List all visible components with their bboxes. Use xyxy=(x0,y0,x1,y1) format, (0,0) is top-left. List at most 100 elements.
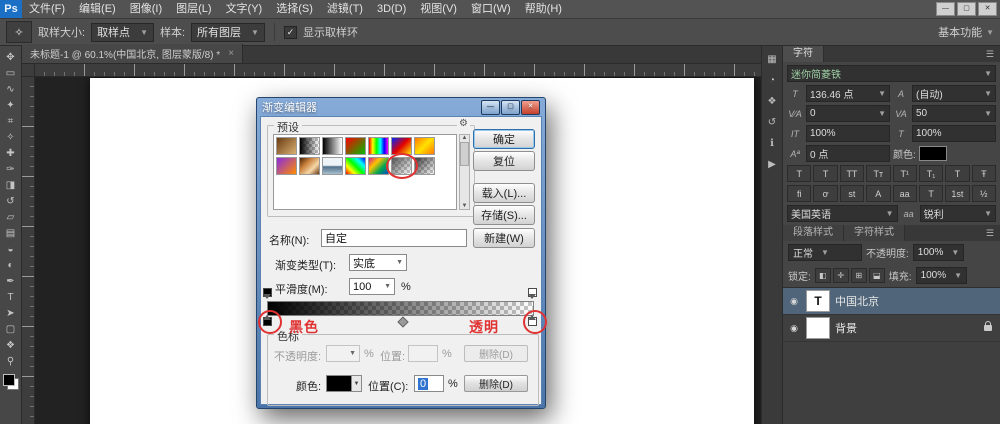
panel-info-icon[interactable]: ℹ xyxy=(770,138,774,149)
window-control-2[interactable]: ✕ xyxy=(978,2,997,16)
path-selection-tool-icon[interactable]: ➤ xyxy=(0,305,21,321)
tab-paragraph-styles[interactable]: 段落样式 xyxy=(783,225,844,241)
clone-stamp-tool-icon[interactable]: ◨ xyxy=(0,177,21,193)
layer-row[interactable]: ◉T中国北京 xyxy=(783,288,1000,315)
shape-tool-icon[interactable]: ▢ xyxy=(0,321,21,337)
menu-item-4[interactable]: 文字(Y) xyxy=(219,0,270,18)
gradient-preset-foreground-to-transparent[interactable] xyxy=(299,137,320,155)
eraser-tool-icon[interactable]: ▱ xyxy=(0,209,21,225)
opentype-button-5[interactable]: T xyxy=(919,185,943,202)
gradient-preset-spectrum-stripes[interactable] xyxy=(345,157,366,175)
text-style-button-7[interactable]: Ŧ xyxy=(972,165,996,182)
menu-item-0[interactable]: 文件(F) xyxy=(22,0,72,18)
active-tool-eyedropper-icon[interactable]: ✧ xyxy=(6,21,32,43)
visibility-eye-icon[interactable]: ◉ xyxy=(787,296,801,307)
opacity-stop-left[interactable] xyxy=(263,288,272,297)
blur-tool-icon[interactable]: ◒ xyxy=(0,241,21,257)
vertical-ruler[interactable] xyxy=(22,76,35,424)
menu-item-10[interactable]: 帮助(H) xyxy=(518,0,569,18)
language-select[interactable]: 美国英语▼ xyxy=(787,205,898,222)
anti-alias-select[interactable]: 锐利▼ xyxy=(920,205,996,222)
menu-item-1[interactable]: 编辑(E) xyxy=(72,0,123,18)
opentype-button-3[interactable]: A xyxy=(866,185,890,202)
opentype-button-0[interactable]: fi xyxy=(787,185,811,202)
text-style-button-4[interactable]: T¹ xyxy=(893,165,917,182)
opentype-button-4[interactable]: aa xyxy=(893,185,917,202)
gradient-preview-bar[interactable] xyxy=(267,301,534,316)
smoothness-field[interactable]: 100 ▼ xyxy=(349,278,395,295)
gradient-type-select[interactable]: 实底 ▼ xyxy=(349,254,407,271)
sample-dropdown[interactable]: 所有图层 ▼ xyxy=(191,23,265,42)
gradient-preset-foreground-to-background[interactable] xyxy=(276,137,297,155)
brush-tool-icon[interactable]: ✑ xyxy=(0,161,21,177)
window-control-0[interactable]: — xyxy=(936,2,955,16)
text-style-button-0[interactable]: T xyxy=(787,165,811,182)
gradient-preset-black-white[interactable] xyxy=(322,137,343,155)
opentype-button-1[interactable]: ơ xyxy=(813,185,837,202)
pen-tool-icon[interactable]: ✒ xyxy=(0,273,21,289)
dialog-window-control-0[interactable]: — xyxy=(481,100,500,115)
type-tool-icon[interactable]: T xyxy=(0,289,21,305)
layer-fill-field[interactable]: 100% ▼ xyxy=(916,267,968,284)
lock-option-icon-3[interactable]: ⬓ xyxy=(869,268,885,283)
save-button[interactable]: 存储(S)... xyxy=(473,205,535,225)
scroll-up-icon[interactable]: ▲ xyxy=(462,135,468,141)
menu-item-9[interactable]: 窗口(W) xyxy=(464,0,518,18)
leading-select[interactable]: (自动)▼ xyxy=(912,85,996,102)
tracking-select[interactable]: 50▼ xyxy=(912,105,996,122)
visibility-eye-icon[interactable]: ◉ xyxy=(787,323,801,334)
kerning-select[interactable]: 0▼ xyxy=(806,105,890,122)
gear-icon[interactable]: ⚙ xyxy=(457,118,470,129)
healing-brush-tool-icon[interactable]: ✚ xyxy=(0,145,21,161)
panel-swatches-icon[interactable]: ▦ xyxy=(767,54,776,65)
dialog-window-control-1[interactable]: ▢ xyxy=(501,100,520,115)
baseline-shift-field[interactable]: 0 点 xyxy=(806,145,890,162)
lock-option-icon-1[interactable]: ✛ xyxy=(833,268,849,283)
panel-styles-icon[interactable]: ❖ xyxy=(768,96,777,107)
scrollbar-thumb[interactable] xyxy=(460,142,469,166)
lasso-tool-icon[interactable]: ∿ xyxy=(0,81,21,97)
gradient-preset-copper[interactable] xyxy=(299,157,320,175)
history-brush-tool-icon[interactable]: ↺ xyxy=(0,193,21,209)
lock-option-icon-2[interactable]: ⊞ xyxy=(851,268,867,283)
panel-actions-icon[interactable]: ▶ xyxy=(768,159,776,170)
panel-adjustments-icon[interactable]: ◔ xyxy=(769,75,775,86)
sample-size-dropdown[interactable]: 取样点 ▼ xyxy=(91,23,154,42)
opentype-button-2[interactable]: st xyxy=(840,185,864,202)
ok-button[interactable]: 确定 xyxy=(473,129,535,149)
panel-history-icon[interactable]: ↺ xyxy=(768,117,776,128)
font-size-select[interactable]: 136.46 点▼ xyxy=(806,85,890,102)
lock-option-icon-0[interactable]: ◧ xyxy=(815,268,831,283)
window-control-1[interactable]: ▢ xyxy=(957,2,976,16)
close-icon[interactable]: × xyxy=(228,48,234,59)
presets-scrollbar[interactable]: ▲ ▼ xyxy=(459,134,470,210)
menu-item-8[interactable]: 视图(V) xyxy=(413,0,464,18)
load-button[interactable]: 载入(L)... xyxy=(473,183,535,203)
text-color-swatch[interactable] xyxy=(919,146,947,161)
text-style-button-5[interactable]: T₁ xyxy=(919,165,943,182)
scroll-down-icon[interactable]: ▼ xyxy=(462,203,468,209)
workspace-switcher[interactable]: 基本功能 ▼ xyxy=(938,24,994,40)
text-style-button-1[interactable]: T xyxy=(813,165,837,182)
horizontal-scale-field[interactable]: 100% xyxy=(912,125,996,142)
tab-character[interactable]: 字符 xyxy=(783,46,824,62)
menu-item-6[interactable]: 滤镜(T) xyxy=(320,0,370,18)
panel-menu-icon[interactable]: ☰ xyxy=(980,228,1000,239)
menu-item-7[interactable]: 3D(D) xyxy=(370,0,413,18)
hand-tool-icon[interactable]: ❖ xyxy=(0,337,21,353)
reset-button[interactable]: 复位 xyxy=(473,151,535,171)
gradient-preset-red-green[interactable] xyxy=(345,137,366,155)
document-tab[interactable]: 未标题-1 @ 60.1%(中国北京, 图层蒙版/8) * × xyxy=(22,44,243,63)
move-tool-icon[interactable]: ✥ xyxy=(0,49,21,65)
dodge-tool-icon[interactable]: ◐ xyxy=(0,257,21,273)
menu-item-3[interactable]: 图层(L) xyxy=(169,0,218,18)
font-family-select[interactable]: 迷你简菱铁 ▼ xyxy=(787,65,996,82)
gradient-name-input[interactable] xyxy=(321,229,467,247)
opacity-stop-right[interactable] xyxy=(528,288,537,297)
eyedropper-tool-icon[interactable]: ✧ xyxy=(0,129,21,145)
gradient-preset-violet-orange[interactable] xyxy=(276,157,297,175)
text-style-button-6[interactable]: T xyxy=(945,165,969,182)
opentype-button-6[interactable]: 1st xyxy=(945,185,969,202)
delete-color-stop-button[interactable]: 删除(D) xyxy=(464,375,528,392)
blend-mode-select[interactable]: 正常 ▼ xyxy=(788,244,862,261)
